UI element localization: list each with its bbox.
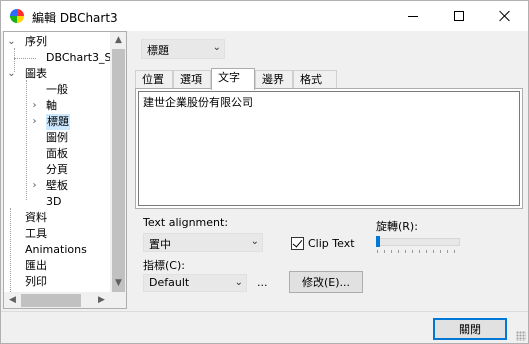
tree-item[interactable]: Animations [4, 242, 108, 258]
modify-button[interactable]: 修改(E)... [289, 271, 363, 293]
tree-item-label: DBChart3_Se [46, 51, 119, 64]
tree-item-label: 序列 [25, 35, 47, 48]
minimize-button[interactable] [390, 1, 436, 31]
close-icon [499, 10, 511, 22]
tree-item-label: 3D [46, 195, 62, 208]
tab-page-text: 建世企業股份有限公司 [135, 88, 523, 209]
scroll-down-icon[interactable]: ▼ [110, 275, 126, 292]
tree-item[interactable]: 分頁 [4, 162, 108, 178]
scroll-thumb[interactable] [112, 49, 125, 292]
tree-item-label: 面板 [46, 147, 68, 160]
title-selector-dropdown[interactable]: 標題 ⌄ [141, 39, 225, 59]
scroll-left-icon[interactable]: ◀ [4, 292, 21, 308]
tree-item-label: 匯出 [25, 259, 47, 272]
title-selector-value: 標題 [147, 44, 169, 57]
rotation-slider[interactable] [376, 238, 460, 246]
expand-chevron-right-icon[interactable]: › [30, 117, 39, 127]
tree-item[interactable]: 3D [4, 194, 108, 210]
rotation-slider-ticks [377, 250, 459, 253]
tree-item-label: 圖例 [46, 131, 68, 144]
tree-item-label: 資料 [25, 211, 47, 224]
close-window-button[interactable] [482, 1, 528, 31]
tree-item[interactable]: ⌄ 序列 [4, 34, 108, 50]
expand-chevron-right-icon[interactable]: › [30, 101, 39, 111]
chevron-down-icon: ⌄ [234, 277, 243, 288]
maximize-button[interactable] [436, 1, 482, 31]
text-alignment-label: Text alignment: [143, 216, 229, 229]
clip-text-label: Clip Text [308, 237, 355, 250]
tree-item[interactable]: 工具 [4, 226, 108, 242]
scroll-up-icon[interactable]: ▲ [110, 32, 126, 49]
text-alignment-value: 置中 [149, 238, 171, 251]
clip-text-checkbox[interactable] [291, 237, 304, 250]
title-text-area[interactable]: 建世企業股份有限公司 [138, 91, 520, 206]
rotation-label: 旋轉(R): [376, 220, 418, 233]
tree-item[interactable]: 一般 [4, 82, 108, 98]
tree-item[interactable]: DBChart3_Se [4, 50, 118, 66]
app-icon [10, 9, 24, 23]
tree-item[interactable]: 圖例 [4, 130, 108, 146]
chevron-down-icon: ⌄ [250, 236, 259, 247]
window-title: 編輯 DBChart3 [32, 11, 118, 25]
tree-item-label: 列印 [25, 275, 47, 288]
tree-item-label: 壁板 [46, 179, 68, 192]
tab-margins[interactable]: 邊界 [255, 70, 293, 89]
tree-item[interactable]: › 軸 [4, 98, 108, 114]
tree-item[interactable]: ⌄ 圖表 [4, 66, 108, 82]
maximize-icon [454, 11, 464, 21]
tree-item[interactable]: 資料 [4, 210, 108, 226]
rotation-slider-thumb[interactable] [376, 236, 380, 247]
tree-item[interactable]: 列印 [4, 274, 108, 290]
tab-format[interactable]: 格式 [293, 70, 337, 89]
settings-tree[interactable]: ⌄ 序列 DBChart3_Se ⌄ 圖表 一般 › 軸 › 標題 圖例 面板 分頁 › 壁板 3D 資料 工具 A… [3, 31, 127, 309]
tree-item-label: 軸 [46, 99, 57, 112]
pointer-more-button[interactable]: ... [257, 276, 268, 289]
tree-item[interactable]: › 標題 [4, 114, 108, 130]
close-dialog-button[interactable]: 關閉 [433, 318, 507, 340]
expand-chevron-right-icon[interactable]: › [30, 181, 39, 191]
minimize-icon [408, 15, 418, 17]
pointer-label: 指標(C): [143, 259, 185, 272]
tree-item[interactable]: › 壁板 [4, 178, 108, 194]
resize-grip[interactable] [516, 331, 526, 341]
tree-horizontal-scrollbar[interactable]: ◀ ▶ [4, 292, 110, 308]
dialog-window: 編輯 DBChart3 ⌄ 序列 DBChart3_Se ⌄ 圖表 一般 › 軸 › 標題 圖例 面板… [0, 0, 529, 344]
tree-item-label: 分頁 [46, 163, 68, 176]
scroll-right-icon[interactable]: ▶ [93, 292, 110, 308]
editor-panel: 標題 ⌄ 位置 選項 文字 邊界 格式 建世企業股份有限公司 Text alig… [130, 31, 528, 309]
dialog-footer: 關閉 [1, 311, 528, 343]
tree-item[interactable]: 面板 [4, 146, 108, 162]
tab-options[interactable]: 選項 [173, 70, 211, 89]
expand-chevron-down-icon[interactable]: ⌄ [7, 37, 16, 47]
expand-chevron-down-icon[interactable]: ⌄ [7, 69, 16, 79]
chevron-down-icon: ⌄ [212, 42, 221, 53]
tab-position[interactable]: 位置 [135, 70, 173, 89]
scroll-corner [110, 292, 126, 308]
tree-vertical-scrollbar[interactable]: ▲ ▼ [110, 32, 126, 292]
scroll-thumb[interactable] [21, 294, 81, 307]
tree-item[interactable]: 匯出 [4, 258, 108, 274]
tree-item-label: 一般 [46, 83, 68, 96]
tree-item-label: 標題 [46, 114, 70, 130]
text-alignment-dropdown[interactable]: 置中 ⌄ [143, 233, 263, 252]
pointer-value: Default [149, 276, 190, 289]
tree-item-label: 圖表 [25, 67, 47, 80]
title-bar: 編輯 DBChart3 [1, 1, 528, 31]
tab-text[interactable]: 文字 [211, 68, 255, 90]
tree-item-label: 工具 [25, 227, 47, 240]
tree-item-label: Animations [25, 243, 87, 256]
pointer-dropdown[interactable]: Default ⌄ [143, 274, 247, 292]
